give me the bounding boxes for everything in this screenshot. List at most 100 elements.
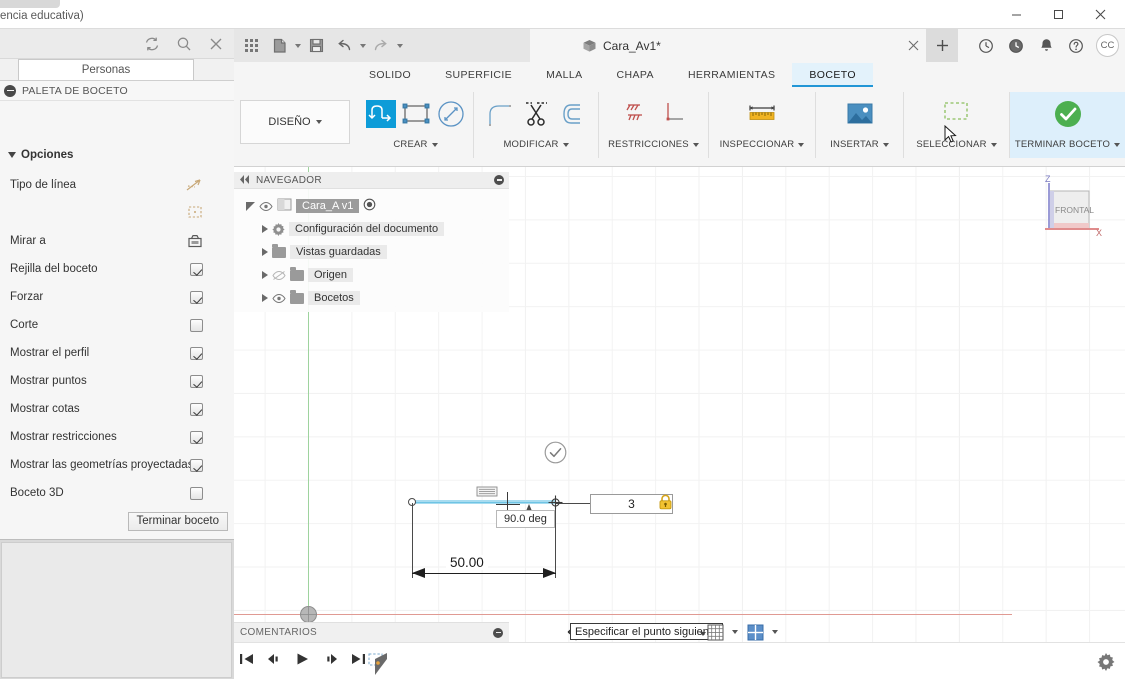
- close-icon[interactable]: [206, 34, 226, 54]
- option-row-show-projected[interactable]: Mostrar las geometrías proyectadas: [0, 451, 234, 479]
- minimize-icon[interactable]: [995, 1, 1037, 29]
- origin-point[interactable]: [300, 606, 317, 623]
- perpendicular-constraint-icon[interactable]: [655, 97, 689, 131]
- option-row-slice[interactable]: Corte: [0, 311, 234, 339]
- play-icon[interactable]: [294, 651, 310, 667]
- panel-terminar-boceto[interactable]: TERMINAR BOCETO: [1010, 92, 1125, 158]
- sketch-line[interactable]: [412, 501, 555, 503]
- lookat-icon[interactable]: [187, 234, 203, 248]
- maximize-icon[interactable]: [1037, 1, 1079, 29]
- trim-scissors-icon[interactable]: [519, 97, 553, 131]
- ribbon-tab-herramientas[interactable]: HERRAMIENTAS: [671, 63, 792, 87]
- checkbox-3d-sketch[interactable]: [190, 486, 203, 500]
- new-tab-button[interactable]: [926, 29, 958, 62]
- avatar[interactable]: CC: [1096, 34, 1119, 57]
- sketch-node-icon[interactable]: [367, 649, 391, 675]
- tree-item-saved-views[interactable]: Vistas guardadas: [262, 242, 387, 262]
- panel-label-crear[interactable]: CREAR: [358, 136, 473, 154]
- option-row-construction[interactable]: [0, 198, 234, 226]
- insert-image-icon[interactable]: [843, 97, 877, 131]
- option-row-look-at[interactable]: Mirar a: [0, 227, 234, 255]
- visibility-eye-icon[interactable]: [272, 293, 286, 304]
- chevron-down-icon[interactable]: [360, 43, 366, 48]
- comments-bar[interactable]: COMENTARIOS: [234, 622, 509, 642]
- ribbon-tab-chapa[interactable]: CHAPA: [600, 63, 671, 87]
- lock-icon[interactable]: [658, 494, 673, 510]
- option-row-3d-sketch[interactable]: Boceto 3D: [0, 479, 234, 507]
- notifications-icon[interactable]: [1031, 29, 1061, 62]
- job-status-icon[interactable]: [971, 29, 1001, 62]
- options-section-header[interactable]: Opciones: [8, 149, 73, 161]
- ribbon-tab-malla[interactable]: MALLA: [529, 63, 599, 87]
- panel-label-insertar[interactable]: INSERTAR: [816, 136, 903, 154]
- tree-item-origin[interactable]: Origen: [262, 265, 354, 285]
- activate-component-icon[interactable]: [363, 198, 376, 214]
- line-tool-icon[interactable]: [365, 97, 397, 131]
- panel-label-inspeccionar[interactable]: INSPECCIONAR: [709, 136, 815, 154]
- circle-icon[interactable]: [435, 97, 467, 131]
- workspace-selector[interactable]: DISEÑO: [240, 100, 350, 144]
- sketch-canvas[interactable]: NAVEGADOR Cara_A v1 Configuración del do…: [234, 167, 1125, 642]
- tree-item-document-settings[interactable]: Configuración del documento: [262, 219, 445, 239]
- construction-icon[interactable]: [187, 205, 203, 219]
- checkbox-show-constraints[interactable]: [190, 430, 203, 444]
- expander-closed-icon[interactable]: [262, 225, 268, 233]
- option-row-show-points[interactable]: Mostrar puntos: [0, 367, 234, 395]
- close-icon[interactable]: [900, 29, 926, 62]
- measure-icon[interactable]: [745, 97, 779, 131]
- grid-apps-icon[interactable]: [238, 33, 264, 59]
- ribbon-tab-solido[interactable]: SOLIDO: [352, 63, 428, 87]
- option-row-show-profile[interactable]: Mostrar el perfil: [0, 339, 234, 367]
- rectangle-icon[interactable]: [400, 97, 432, 131]
- option-row-show-constraints[interactable]: Mostrar restricciones: [0, 423, 234, 451]
- perpendicular-marker[interactable]: [476, 485, 498, 497]
- panel-label-modificar[interactable]: MODIFICAR: [474, 136, 598, 154]
- offset-icon[interactable]: [556, 97, 590, 131]
- undo-icon[interactable]: [331, 33, 357, 59]
- redo-icon[interactable]: [368, 33, 394, 59]
- document-tab[interactable]: Cara_Av1*: [582, 29, 661, 62]
- grid-snaps-icon[interactable]: [704, 622, 726, 642]
- step-forward-icon[interactable]: [322, 651, 338, 667]
- gear-icon[interactable]: [1097, 653, 1115, 671]
- option-row-snap[interactable]: Forzar: [0, 283, 234, 311]
- chevron-down-icon[interactable]: [732, 630, 738, 634]
- visibility-eye-off-icon[interactable]: [272, 270, 286, 281]
- search-icon[interactable]: [174, 34, 194, 54]
- navigator-collapse-icon[interactable]: [494, 175, 504, 185]
- go-to-end-icon[interactable]: [350, 651, 366, 667]
- angular-dimension[interactable]: 90.0 deg: [496, 510, 555, 528]
- save-icon[interactable]: [303, 33, 329, 59]
- panel-label-terminar-boceto[interactable]: TERMINAR BOCETO: [1010, 136, 1125, 154]
- panel-label-restricciones[interactable]: RESTRICCIONES: [599, 136, 708, 154]
- chevron-down-icon[interactable]: [397, 43, 403, 48]
- refresh-icon[interactable]: [142, 34, 162, 54]
- new-document-icon[interactable]: [266, 33, 292, 59]
- expander-open-icon[interactable]: [246, 201, 255, 211]
- checkbox-show-profile[interactable]: [190, 346, 203, 360]
- checkbox-snap[interactable]: [190, 290, 203, 304]
- finish-sketch-check-icon[interactable]: [1051, 97, 1085, 131]
- fillet-icon[interactable]: [482, 97, 516, 131]
- chevron-down-icon[interactable]: [772, 630, 778, 634]
- ribbon-tab-superficie[interactable]: SUPERFICIE: [428, 63, 529, 87]
- visibility-eye-icon[interactable]: [259, 201, 273, 212]
- ribbon-tab-boceto[interactable]: BOCETO: [792, 63, 873, 87]
- expander-closed-icon[interactable]: [262, 294, 268, 302]
- help-icon[interactable]: [1061, 29, 1091, 62]
- collapse-left-icon[interactable]: [239, 171, 250, 189]
- comments-collapse-icon[interactable]: [493, 627, 503, 638]
- step-back-icon[interactable]: [266, 651, 282, 667]
- option-row-line-type[interactable]: Tipo de línea: [0, 171, 234, 199]
- check-circle[interactable]: [544, 441, 567, 464]
- expander-closed-icon[interactable]: [262, 271, 268, 279]
- linear-dimension[interactable]: 50.00: [446, 555, 488, 570]
- checkbox-slice[interactable]: [190, 318, 203, 332]
- tree-item-cara-a[interactable]: Cara_A v1: [246, 196, 376, 216]
- coincident-point[interactable]: [548, 495, 563, 510]
- view-cube[interactable]: Z X FRONTAL: [1031, 173, 1107, 245]
- tree-item-sketches[interactable]: Bocetos: [262, 288, 360, 308]
- checkbox-sketch-grid[interactable]: [190, 262, 203, 276]
- collapse-icon[interactable]: [4, 84, 16, 97]
- recent-icon[interactable]: [1001, 29, 1031, 62]
